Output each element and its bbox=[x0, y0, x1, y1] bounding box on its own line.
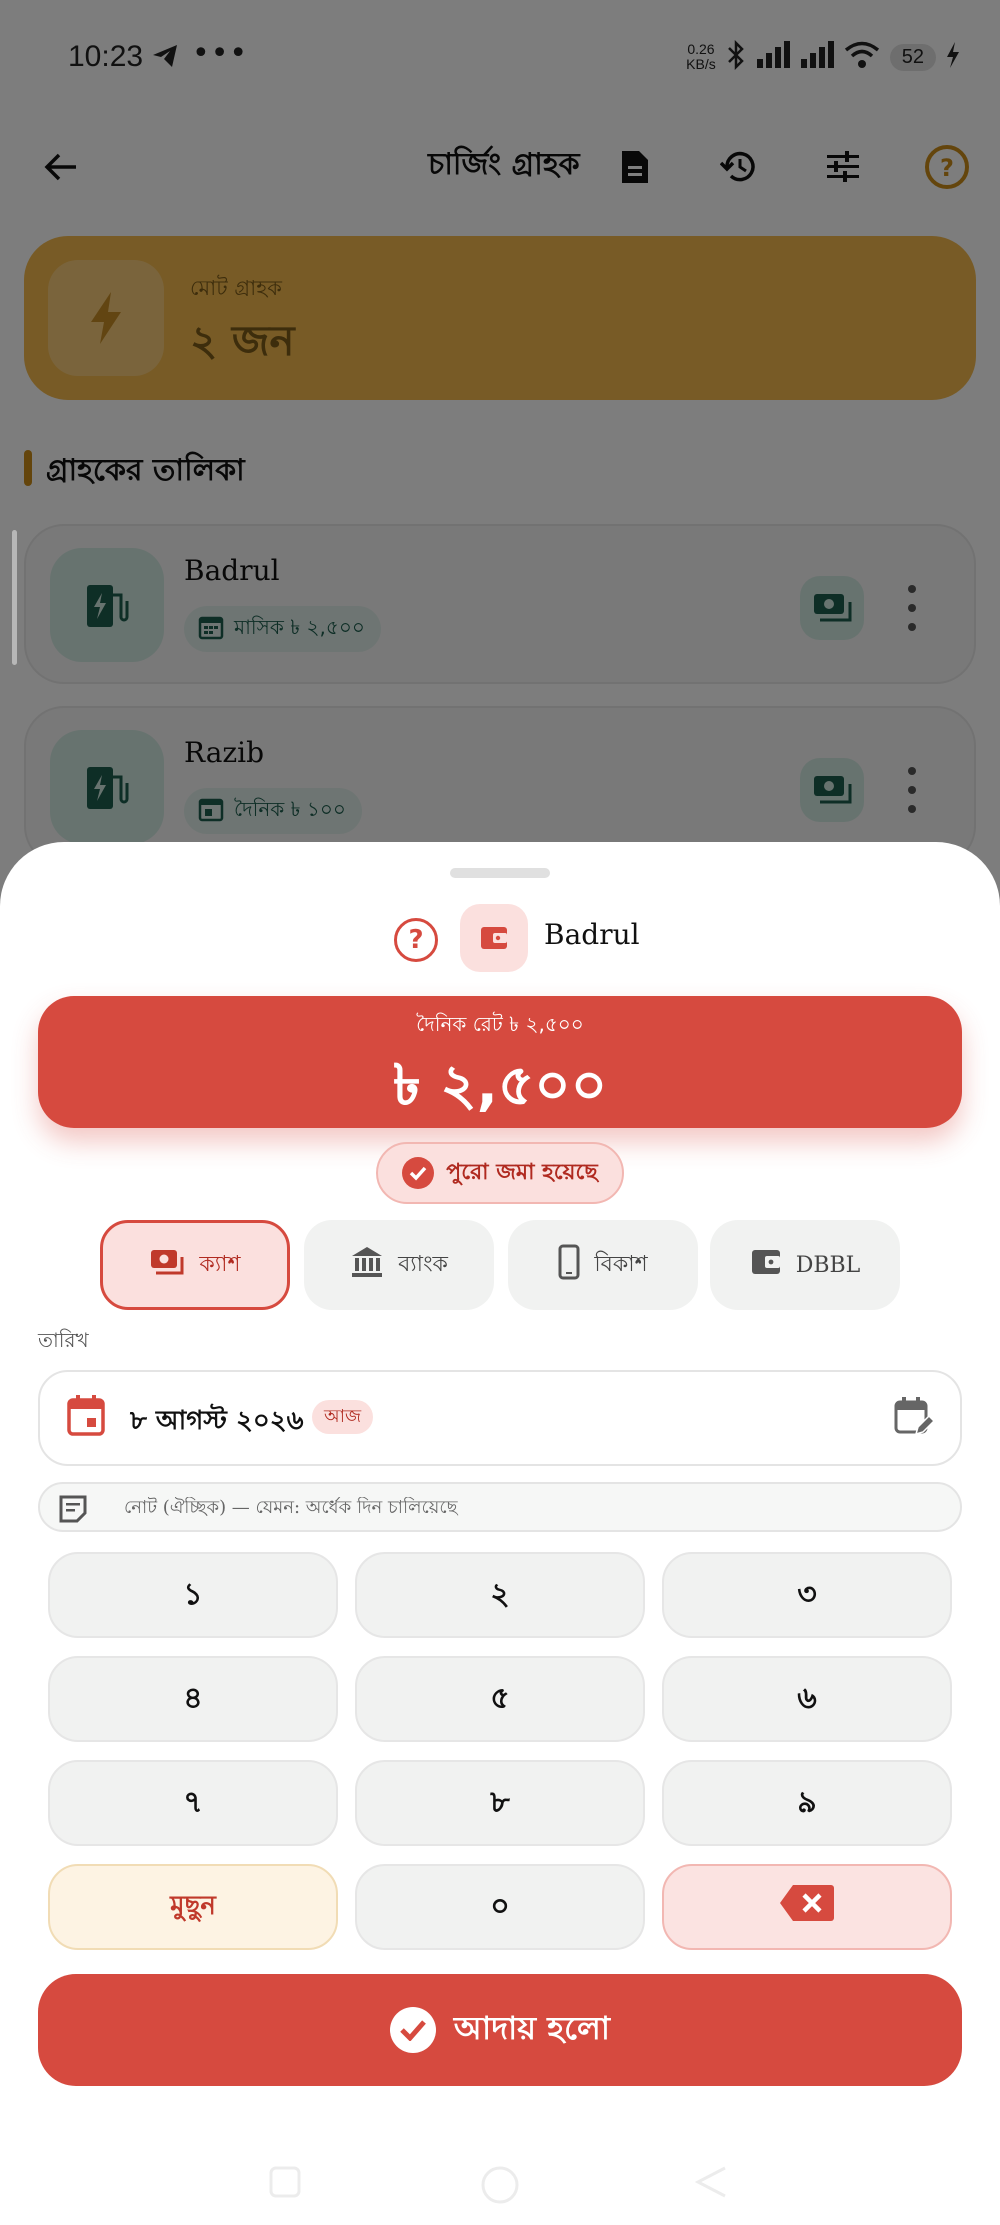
method-dbbl[interactable]: DBBL bbox=[710, 1220, 900, 1310]
sheet-customer-name: Badrul bbox=[544, 918, 640, 951]
help-icon[interactable]: ? bbox=[394, 918, 438, 962]
submit-collect-button[interactable]: আদায় হলো bbox=[38, 1974, 962, 2086]
method-bank[interactable]: ব্যাংক bbox=[304, 1220, 494, 1310]
key-2[interactable]: ২ bbox=[355, 1552, 645, 1638]
key-8[interactable]: ৮ bbox=[355, 1760, 645, 1846]
backspace-button[interactable] bbox=[662, 1864, 952, 1950]
key-5[interactable]: ৫ bbox=[355, 1656, 645, 1742]
wallet-icon bbox=[460, 904, 528, 972]
amount-display: দৈনিক রেট ৳ ২,৫০০ ৳ ২,৫০০ bbox=[38, 996, 962, 1128]
payment-bottom-sheet: ? Badrul দৈনিক রেট ৳ ২,৫০০ ৳ ২,৫০০ পুরো … bbox=[0, 842, 1000, 2225]
today-badge: আজ bbox=[312, 1400, 374, 1434]
note-field[interactable] bbox=[38, 1482, 962, 1532]
method-label: ক্যাশ bbox=[199, 1251, 241, 1277]
home-icon[interactable] bbox=[480, 2165, 520, 2209]
key-3[interactable]: ৩ bbox=[662, 1552, 952, 1638]
drag-handle[interactable] bbox=[450, 868, 550, 878]
phone-icon bbox=[558, 1244, 580, 1286]
bank-icon bbox=[350, 1245, 384, 1285]
system-nav-bar bbox=[0, 2145, 1000, 2225]
method-label: বিকাশ bbox=[594, 1251, 648, 1277]
key-7[interactable]: ৭ bbox=[48, 1760, 338, 1846]
method-label: DBBL bbox=[795, 1252, 861, 1278]
calendar-icon bbox=[66, 1394, 106, 1442]
key-6[interactable]: ৬ bbox=[662, 1656, 952, 1742]
check-circle-icon bbox=[402, 1157, 435, 1189]
date-value: ৮ আগস্ট ২০২৬ bbox=[130, 1406, 304, 1436]
paid-status-text: পুরো জমা হয়েছে bbox=[446, 1159, 598, 1185]
date-picker-field[interactable]: ৮ আগস্ট ২০২৬ আজ bbox=[38, 1370, 962, 1466]
key-4[interactable]: ৪ bbox=[48, 1656, 338, 1742]
wallet-icon bbox=[750, 1247, 782, 1283]
key-9[interactable]: ৯ bbox=[662, 1760, 952, 1846]
note-icon bbox=[58, 1494, 88, 1528]
method-bkash[interactable]: বিকাশ bbox=[508, 1220, 698, 1310]
submit-label: আদায় হলো bbox=[453, 2009, 611, 2047]
date-label: তারিখ bbox=[38, 1328, 89, 1352]
clear-button[interactable]: মুছুন bbox=[48, 1864, 338, 1950]
edge-indicator bbox=[12, 530, 17, 665]
amount-value: ৳ ২,৫০০ bbox=[392, 1053, 608, 1118]
back-nav-icon[interactable] bbox=[694, 2165, 728, 2203]
rate-label: দৈনিক রেট ৳ ২,৫০০ bbox=[416, 1012, 584, 1036]
check-icon bbox=[389, 2007, 436, 2053]
method-cash[interactable]: ক্যাশ bbox=[100, 1220, 290, 1310]
paid-status-chip: পুরো জমা হয়েছে bbox=[376, 1142, 624, 1204]
key-1[interactable]: ১ bbox=[48, 1552, 338, 1638]
method-label: ব্যাংক bbox=[398, 1251, 448, 1277]
edit-calendar-icon[interactable] bbox=[894, 1396, 936, 1442]
key-0[interactable]: ০ bbox=[355, 1864, 645, 1950]
note-input[interactable] bbox=[124, 1497, 924, 1518]
recents-icon[interactable] bbox=[268, 2165, 302, 2203]
cash-icon bbox=[149, 1248, 185, 1282]
backspace-icon bbox=[779, 1883, 835, 1931]
